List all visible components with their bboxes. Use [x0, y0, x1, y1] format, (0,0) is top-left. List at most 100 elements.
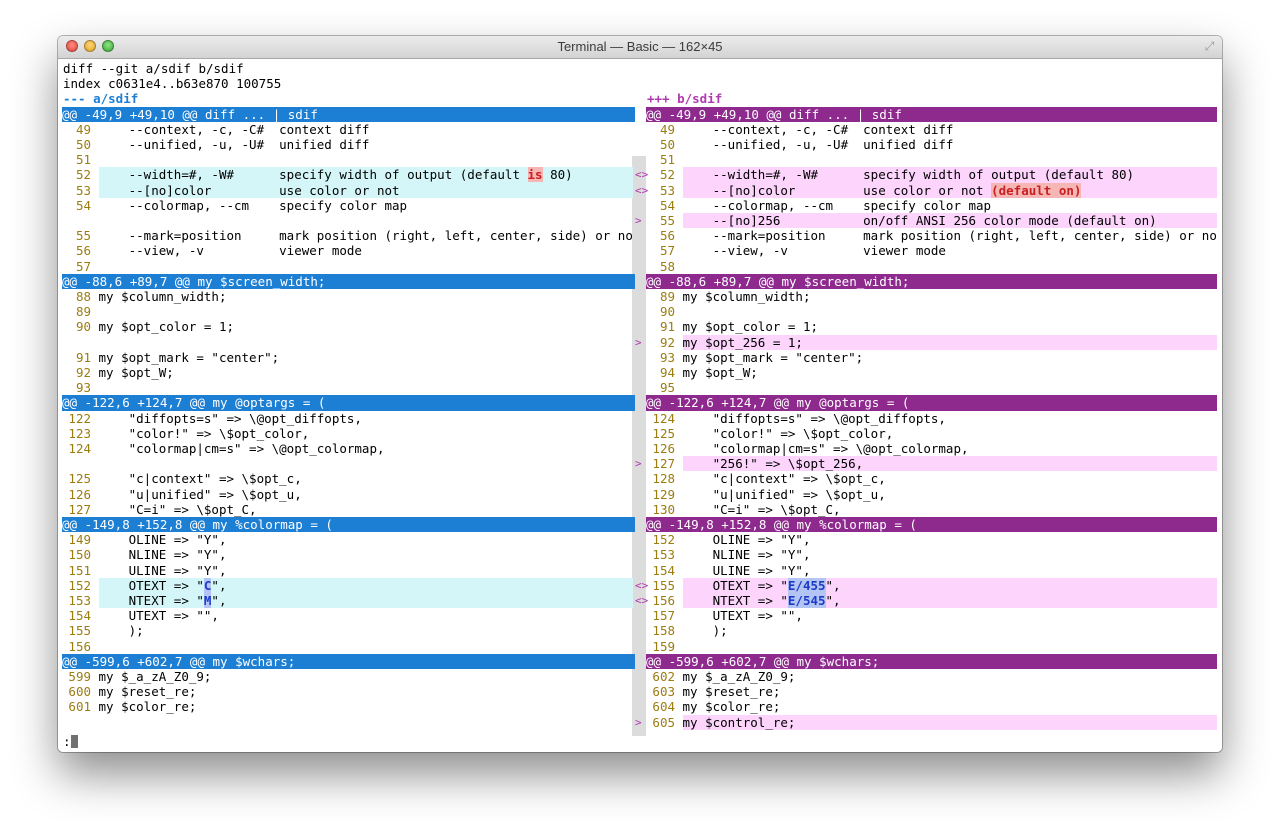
right-diff-line: 92 my $opt_256 = 1;: [647, 334, 1217, 350]
line-number: 49: [659, 121, 675, 137]
line-text: my $opt_W;: [683, 365, 1217, 380]
code-text: "256!" => \$opt_256,: [682, 456, 864, 472]
line-text: my $_a_zA_Z0_9;: [99, 669, 633, 684]
line-number: 124: [68, 441, 91, 456]
line-text: "color!" => \$opt_color,: [683, 426, 1217, 441]
left-diff-line: 149 OLINE => "Y",: [63, 532, 633, 547]
line-number: 54: [659, 197, 675, 213]
fullscreen-arrows-icon[interactable]: ⤢: [1203, 40, 1216, 53]
line-text: NTEXT => "E/545",: [682, 593, 1217, 609]
line-number: 153: [68, 593, 91, 608]
line-number: 129: [652, 486, 675, 502]
left-diff-line: 54 --colormap, --cm specify color map: [63, 198, 633, 213]
diff-git-line: diff --git a/sdif b/sdif: [63, 61, 244, 76]
line-text: OLINE => "Y",: [683, 532, 1217, 547]
line-text: --colormap, --cm specify color map: [99, 198, 633, 213]
terminal-window: Terminal — Basic — 162×45 ⤢ diff --git a…: [58, 36, 1222, 752]
code-text: --[no]256 on/off ANSI 256 color mode (de…: [682, 213, 1157, 228]
code-text: NLINE => "Y",: [98, 547, 227, 563]
right-diff-line: 91 my $opt_color = 1;: [647, 319, 1217, 334]
right-diff-line: 156 NTEXT => "E/545",: [647, 593, 1217, 609]
right-diff-line: 58: [647, 259, 1217, 274]
line-text: my $column_width;: [683, 289, 1217, 304]
right-diff-line: 127 "256!" => \$opt_256,: [647, 456, 1217, 472]
right-diff-line: 57 --view, -v viewer mode: [647, 243, 1217, 258]
line-number: 123: [68, 425, 91, 441]
code-text: --unified, -u, -U# unified diff: [98, 137, 370, 152]
left-hunk-header: @@ -149,8 +152,8 @@ my %colormap = (: [62, 517, 635, 533]
code-text: --context, -c, -C# context diff: [682, 121, 954, 137]
line-text: );: [683, 623, 1217, 638]
left-diff-line: 153 NTEXT => "M",: [63, 593, 633, 609]
right-diff-line: 130 "C=i" => \$opt_C,: [647, 502, 1217, 517]
code-text: my $opt_256 = 1;: [682, 334, 803, 350]
line-number: 157: [652, 608, 675, 624]
line-number: 52: [659, 167, 675, 183]
line-text: "colormap|cm=s" => \@opt_colormap,: [99, 441, 633, 456]
terminal-content[interactable]: diff --git a/sdif b/sdif index c0631e4..…: [58, 59, 1222, 752]
left-diff-line: 55 --mark=position mark position (right,…: [63, 228, 633, 243]
left-diff-line: 154 UTEXT => "",: [63, 608, 633, 623]
right-hunk-header: @@ -149,8 +152,8 @@ my %colormap = (: [646, 517, 1217, 533]
index-line: index c0631e4..b63e870 100755: [63, 76, 282, 92]
code-text: "c|context" => \$opt_c,: [682, 471, 886, 487]
code-text: --[no]color use color or not: [682, 182, 992, 198]
code-text: --mark=position mark position (right, le…: [98, 228, 633, 244]
line-text: --mark=position mark position (right, le…: [683, 228, 1217, 243]
line-text: "c|context" => \$opt_c,: [99, 471, 633, 486]
line-text: --[no]color use color or not (default on…: [682, 182, 1217, 198]
line-text: OLINE => "Y",: [99, 532, 633, 547]
line-number: 125: [652, 425, 675, 441]
code-text: my $opt_W;: [682, 365, 758, 380]
code-text: ULINE => "Y",: [98, 562, 227, 578]
left-diff-line: 90 my $opt_color = 1;: [63, 319, 633, 334]
left-file-header: --- a/sdif: [63, 91, 139, 107]
left-diff-line: 156: [63, 639, 633, 654]
right-diff-line: 603 my $reset_re;: [647, 684, 1217, 699]
code-text: "C=i" => \$opt_C,: [682, 501, 841, 517]
title-bar[interactable]: Terminal — Basic — 162×45 ⤢: [58, 36, 1222, 59]
pager-prompt[interactable]: :: [63, 734, 1213, 749]
line-text: "u|unified" => \$opt_u,: [99, 487, 633, 502]
code-text: --colormap, --cm specify color map: [98, 197, 408, 213]
line-number: 130: [652, 501, 675, 517]
line-text: --colormap, --cm specify color map: [683, 198, 1217, 213]
line-number: 49: [75, 121, 91, 137]
line-text: --context, -c, -C# context diff: [683, 122, 1217, 137]
left-diff-line: 152 OTEXT => "C",: [63, 577, 633, 593]
right-diff-line: 95: [647, 380, 1217, 395]
line-number: 124: [652, 410, 675, 426]
line-number: 51: [75, 152, 91, 168]
code-text-after: ",: [825, 577, 841, 593]
line-number: 156: [652, 593, 675, 608]
window-title: Terminal — Basic — 162×45: [557, 39, 723, 54]
add-marker: >: [635, 715, 642, 729]
line-text: --view, -v viewer mode: [683, 243, 1217, 258]
left-hunk-header: @@ -49,9 +49,10 @@ diff ... | sdif: [62, 106, 635, 122]
line-text: OTEXT => "E/455",: [682, 577, 1217, 593]
code-text: my $opt_color = 1;: [682, 319, 818, 335]
add-marker: >: [635, 335, 642, 349]
left-diff-line: 88 my $column_width;: [63, 289, 633, 304]
code-text: --view, -v viewer mode: [98, 243, 362, 259]
add-marker: >: [635, 214, 642, 227]
left-diff-line: 49 --context, -c, -C# context diff: [63, 122, 633, 137]
left-diff-line: 122 "diffopts=s" => \@opt_diffopts,: [63, 411, 633, 426]
line-text: my $opt_W;: [99, 365, 633, 380]
right-diff-line: 153 NLINE => "Y",: [647, 547, 1217, 562]
code-text: --unified, -u, -U# unified diff: [682, 137, 954, 152]
